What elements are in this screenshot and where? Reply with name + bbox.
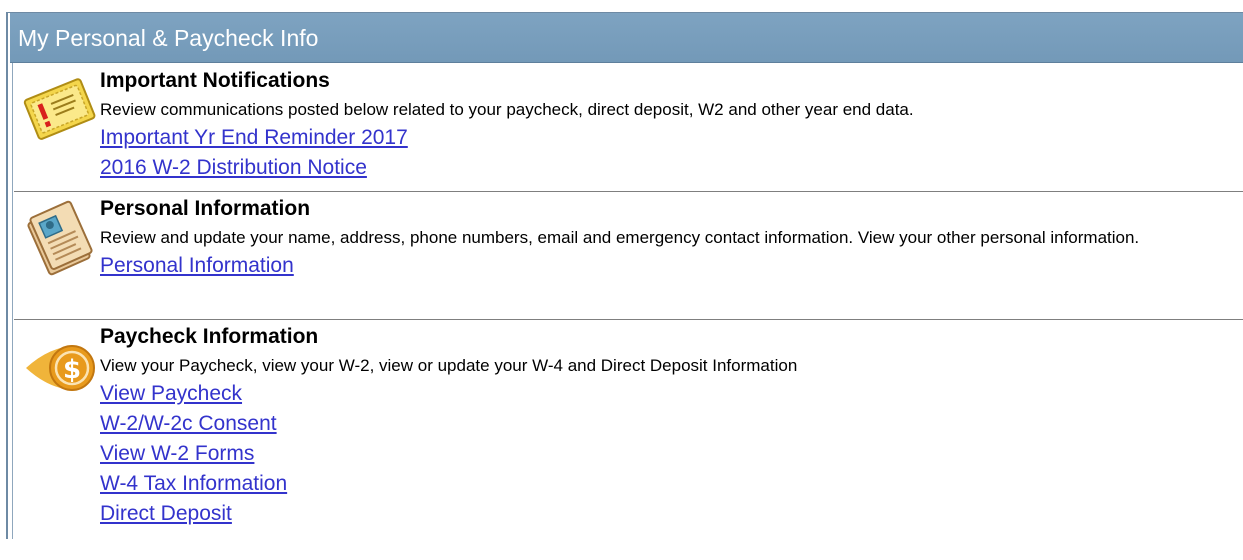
link-view-w2-forms[interactable]: View W-2 Forms	[100, 439, 254, 469]
notification-certificate-icon	[23, 78, 96, 140]
link-view-paycheck[interactable]: View Paycheck	[100, 379, 242, 409]
section-content: Personal Information Review and update y…	[100, 195, 1233, 281]
panel-header: My Personal & Paycheck Info	[10, 13, 1243, 63]
section-title: Paycheck Information	[100, 325, 319, 348]
svg-text:$: $	[63, 355, 81, 385]
section-important-notifications: Important Notifications Review communica…	[14, 64, 1243, 192]
personal-folder-icon	[27, 200, 93, 276]
panel-title: My Personal & Paycheck Info	[18, 25, 319, 51]
section-paycheck-information: $ Paycheck Information View your Paychec…	[14, 320, 1243, 560]
link-personal-information[interactable]: Personal Information	[100, 251, 294, 281]
section-content: Paycheck Information View your Paycheck,…	[100, 323, 1233, 529]
link-w4-tax-information[interactable]: W-4 Tax Information	[100, 469, 287, 499]
section-description: Review communications posted below relat…	[100, 100, 914, 119]
section-title: Personal Information	[100, 197, 311, 220]
section-description: Review and update your name, address, ph…	[100, 228, 1140, 247]
section-personal-information: Personal Information Review and update y…	[14, 192, 1243, 320]
section-title: Important Notifications	[100, 69, 330, 92]
section-description: View your Paycheck, view your W-2, view …	[100, 356, 798, 375]
dollar-coin-icon: $	[26, 345, 95, 391]
link-w2-distribution-notice[interactable]: 2016 W-2 Distribution Notice	[100, 153, 367, 183]
panel-inner-rule	[12, 63, 13, 539]
portal-panel: My Personal & Paycheck Info Important No…	[6, 12, 1243, 539]
link-w2-w2c-consent[interactable]: W-2/W-2c Consent	[100, 409, 277, 439]
link-direct-deposit[interactable]: Direct Deposit	[100, 499, 232, 529]
link-important-yr-end-reminder[interactable]: Important Yr End Reminder 2017	[100, 123, 408, 153]
section-links: View Paycheck W-2/W-2c Consent View W-2 …	[100, 379, 1233, 529]
section-links: Personal Information	[100, 251, 1233, 281]
section-content: Important Notifications Review communica…	[100, 67, 1233, 183]
section-links: Important Yr End Reminder 2017 2016 W-2 …	[100, 123, 1233, 183]
